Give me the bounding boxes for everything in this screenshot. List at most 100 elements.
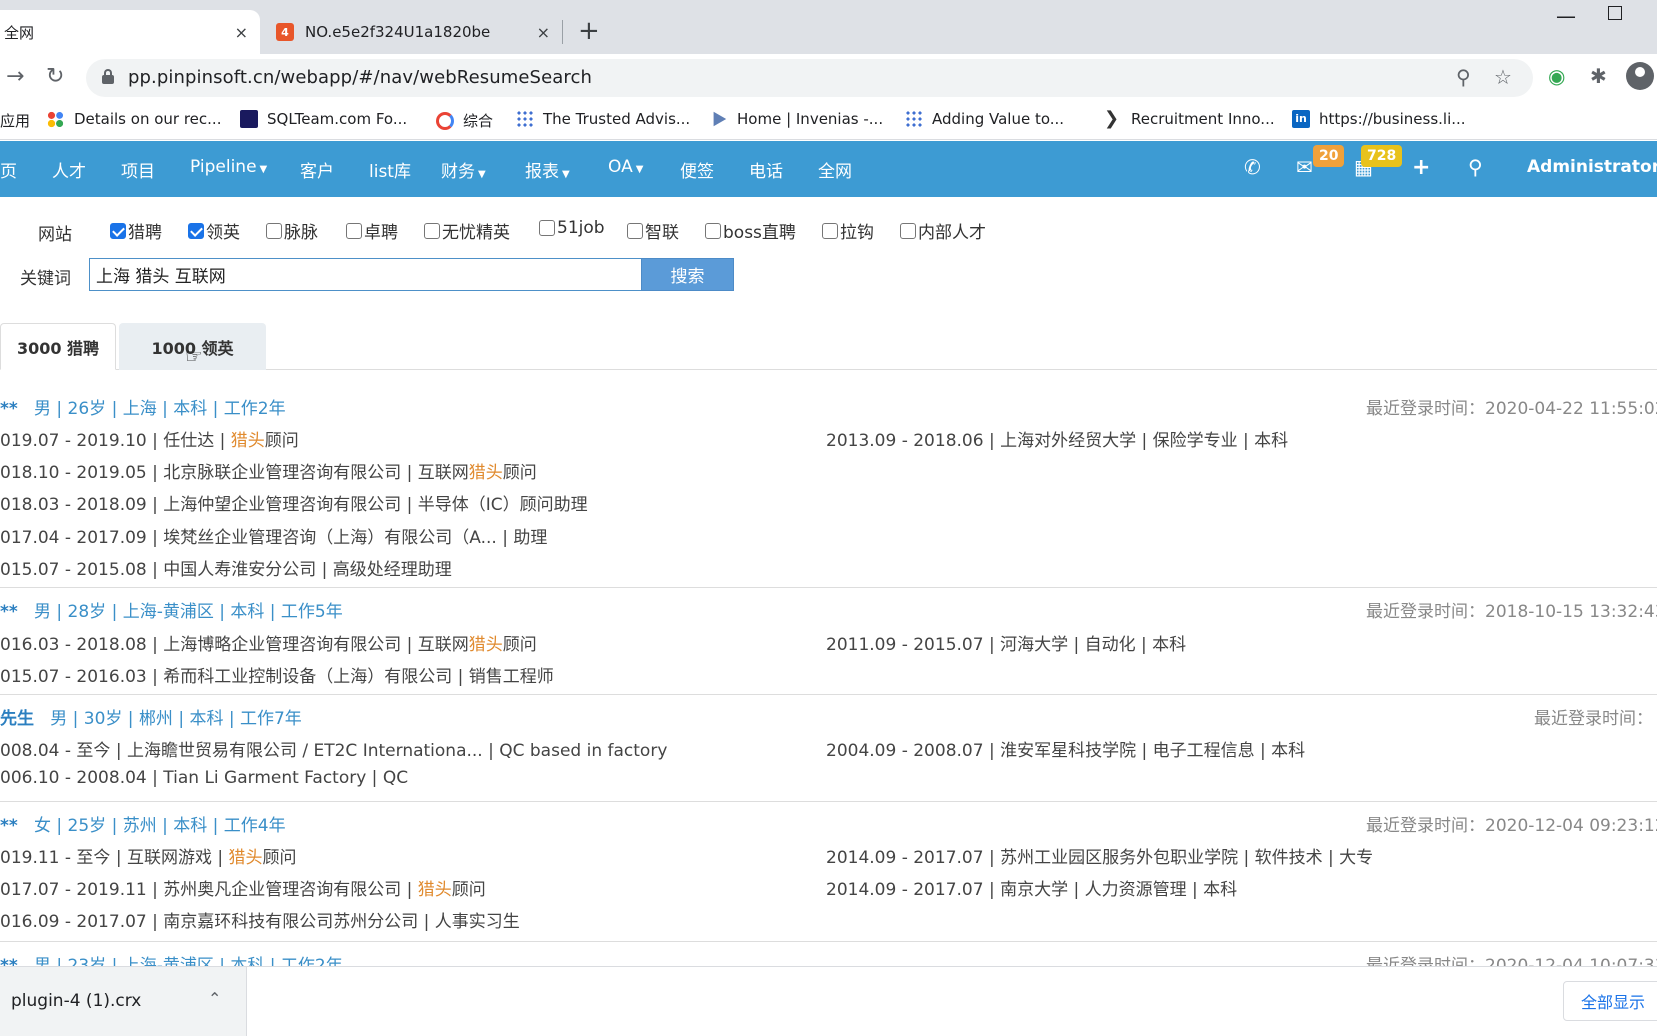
- nav-item-report[interactable]: 报表 ▼: [525, 157, 570, 182]
- education-entry: 2014.09 - 2017.07 | 南京大学 | 人力资源管理 | 本科: [826, 880, 1238, 900]
- list-item[interactable]: 先生 男 | 30岁 | 郴州 | 本科 | 工作7年 最近登录时间： 008.…: [0, 695, 1657, 802]
- bookmark-label: SQLTeam.com Fo...: [267, 110, 408, 128]
- keyword-highlight: 猎头: [230, 431, 265, 451]
- search-icon[interactable]: ⚲: [1468, 155, 1483, 179]
- work-text: 006.10 - 2008.04 | Tian Li Garment Facto…: [0, 768, 409, 788]
- checkbox-label: 猎聘: [128, 223, 162, 243]
- nav-item-client[interactable]: 客户: [300, 157, 334, 182]
- tab-strip: 全网 × 4 NO.e5e2f324U1a1820be × + —: [0, 0, 1657, 54]
- nav-item-oa[interactable]: OA ▼: [608, 157, 643, 177]
- work-entry: 018.10 - 2019.05 | 北京脉联企业管理咨询有限公司 | 互联网猎…: [0, 458, 537, 483]
- candidate-name: 先生: [0, 709, 34, 729]
- nav-item-home[interactable]: 页: [0, 157, 17, 182]
- zoom-icon[interactable]: ⚲: [1456, 65, 1471, 89]
- work-entry: 016.03 - 2018.08 | 上海博略企业管理咨询有限公司 | 互联网猎…: [0, 630, 537, 655]
- bookmark-item[interactable]: The Trusted Advis...: [516, 110, 690, 128]
- checkbox[interactable]: [188, 222, 204, 239]
- extension-icon[interactable]: ✱: [1590, 64, 1607, 88]
- checkbox[interactable]: [822, 222, 838, 239]
- candidate-header[interactable]: ** 男 | 26岁 | 上海 | 本科 | 工作2年: [0, 394, 286, 419]
- nav-item-phone[interactable]: 电话: [749, 157, 783, 182]
- reload-icon[interactable]: ↻: [46, 64, 64, 89]
- list-item[interactable]: ** 男 | 28岁 | 上海-黄浦区 | 本科 | 工作5年 最近登录时间：2…: [0, 588, 1657, 695]
- tab-inactive[interactable]: 4 NO.e5e2f324U1a1820be ×: [262, 10, 562, 54]
- bookmark-item[interactable]: Details on our rec...: [47, 110, 221, 128]
- checkbox[interactable]: [900, 222, 916, 239]
- bookmark-item[interactable]: Adding Value to...: [905, 110, 1064, 128]
- list-item[interactable]: ** 女 | 25岁 | 苏州 | 本科 | 工作4年 最近登录时间：2020-…: [0, 802, 1657, 942]
- checkbox-label: 拉钩: [840, 223, 874, 243]
- phone-icon[interactable]: ✆: [1244, 155, 1261, 179]
- nav-item-finance[interactable]: 财务 ▼: [441, 157, 486, 182]
- bookmark-apps[interactable]: 应用: [0, 110, 30, 131]
- tab-active[interactable]: 全网 ×: [0, 10, 260, 54]
- star-icon[interactable]: ☆: [1494, 65, 1512, 89]
- candidate-header[interactable]: ** 女 | 25岁 | 苏州 | 本科 | 工作4年: [0, 811, 286, 836]
- site-checkbox-linkedin[interactable]: 领英: [188, 218, 240, 243]
- work-entry: 019.11 - 至今 | 互联网游戏 | 猎头顾问: [0, 843, 297, 868]
- nav-item-pipeline[interactable]: Pipeline ▼: [190, 157, 267, 177]
- list-item[interactable]: ** 男 | 26岁 | 上海 | 本科 | 工作2年 最近登录时间：2020-…: [0, 383, 1657, 588]
- search-button[interactable]: 搜索: [641, 258, 734, 291]
- bookmark-item[interactable]: 综合: [436, 110, 493, 131]
- keyword-input[interactable]: [89, 258, 642, 291]
- checkbox[interactable]: [110, 222, 126, 239]
- site-checkbox-51elite[interactable]: 无忧精英: [424, 218, 510, 243]
- nav-item-talent[interactable]: 人才: [52, 157, 86, 182]
- checkbox[interactable]: [705, 222, 721, 239]
- site-checkbox-maimai[interactable]: 脉脉: [266, 218, 318, 243]
- bookmark-item[interactable]: SQLTeam.com Fo...: [240, 110, 407, 128]
- bookmark-label: The Trusted Advis...: [543, 110, 691, 128]
- work-entry: 016.09 - 2017.07 | 南京嘉环科技有限公司苏州分公司 | 人事实…: [0, 907, 520, 932]
- plus-icon[interactable]: +: [1412, 155, 1430, 180]
- work-text: 018.03 - 2018.09 | 上海仲望企业管理咨询有限公司 | 半导体（…: [0, 495, 588, 515]
- bookmark-label: https://business.li...: [1319, 110, 1466, 128]
- dots-grid-icon: [516, 110, 534, 128]
- work-text: 016.09 - 2017.07 | 南京嘉环科技有限公司苏州分公司 | 人事实…: [0, 912, 520, 932]
- bookmark-item[interactable]: ❯ Recruitment Inno...: [1104, 110, 1275, 129]
- site-checkbox-51job[interactable]: 51job: [539, 218, 605, 238]
- checkbox[interactable]: [424, 222, 440, 239]
- nav-item-project[interactable]: 项目: [121, 157, 155, 182]
- calendar-badge: 728: [1361, 145, 1403, 167]
- download-item[interactable]: plugin-4 (1).crx ⌃: [0, 967, 247, 1036]
- tab-close-icon[interactable]: ×: [537, 23, 550, 42]
- nav-item-network[interactable]: 全网: [818, 157, 852, 182]
- checkbox[interactable]: [627, 222, 643, 239]
- site-checkbox-lagou[interactable]: 拉钩: [822, 218, 874, 243]
- bookmark-label: Adding Value to...: [932, 110, 1065, 128]
- caret-down-icon: ▼: [259, 164, 268, 175]
- checkbox[interactable]: [266, 222, 282, 239]
- bookmark-label: 应用: [0, 112, 31, 130]
- checkbox[interactable]: [539, 220, 555, 236]
- last-login: 最近登录时间：2020-12-04 09:23:12: [1366, 816, 1657, 836]
- site-checkbox-liepin[interactable]: 猎聘: [110, 218, 162, 243]
- url-text: pp.pinpinsoft.cn/webapp/#/nav/webResumeS…: [128, 67, 593, 88]
- checkbox[interactable]: [346, 222, 362, 239]
- show-all-downloads-button[interactable]: 全部显示: [1563, 981, 1657, 1021]
- bookmark-item[interactable]: in https://business.li...: [1292, 110, 1466, 128]
- new-tab-icon[interactable]: +: [578, 16, 600, 46]
- mail-icon[interactable]: ✉: [1296, 155, 1313, 179]
- chevron-up-icon[interactable]: ⌃: [208, 989, 221, 1008]
- bookmark-item[interactable]: Home | Invenias -...: [710, 110, 883, 128]
- site-checkbox-zhuopin[interactable]: 卓聘: [346, 218, 398, 243]
- candidate-name: **: [0, 602, 18, 622]
- tab-liepin-results[interactable]: 3000 猎聘: [0, 323, 116, 370]
- site-checkbox-internal[interactable]: 内部人才: [900, 218, 986, 243]
- nav-item-notes[interactable]: 便签: [680, 157, 714, 182]
- candidate-header[interactable]: 先生 男 | 30岁 | 郴州 | 本科 | 工作7年: [0, 704, 302, 729]
- minimize-icon[interactable]: —: [1556, 4, 1576, 28]
- nav-item-list[interactable]: list库: [369, 157, 411, 182]
- forward-icon[interactable]: →: [6, 64, 24, 89]
- maximize-icon[interactable]: [1608, 6, 1622, 20]
- profile-icon[interactable]: [1626, 62, 1654, 90]
- candidate-header[interactable]: ** 男 | 28岁 | 上海-黄浦区 | 本科 | 工作5年: [0, 597, 343, 622]
- site-checkbox-boss[interactable]: boss直聘: [705, 218, 796, 243]
- site-checkbox-zhilian[interactable]: 智联: [627, 218, 679, 243]
- education-entry: 2004.09 - 2008.07 | 淮安军星科技学院 | 电子工程信息 | …: [826, 741, 1306, 761]
- address-bar[interactable]: pp.pinpinsoft.cn/webapp/#/nav/webResumeS…: [86, 59, 1533, 97]
- extension-app-icon[interactable]: ◉: [1548, 64, 1565, 88]
- tab-close-icon[interactable]: ×: [235, 23, 248, 42]
- user-menu[interactable]: Administrator▼: [1527, 157, 1657, 177]
